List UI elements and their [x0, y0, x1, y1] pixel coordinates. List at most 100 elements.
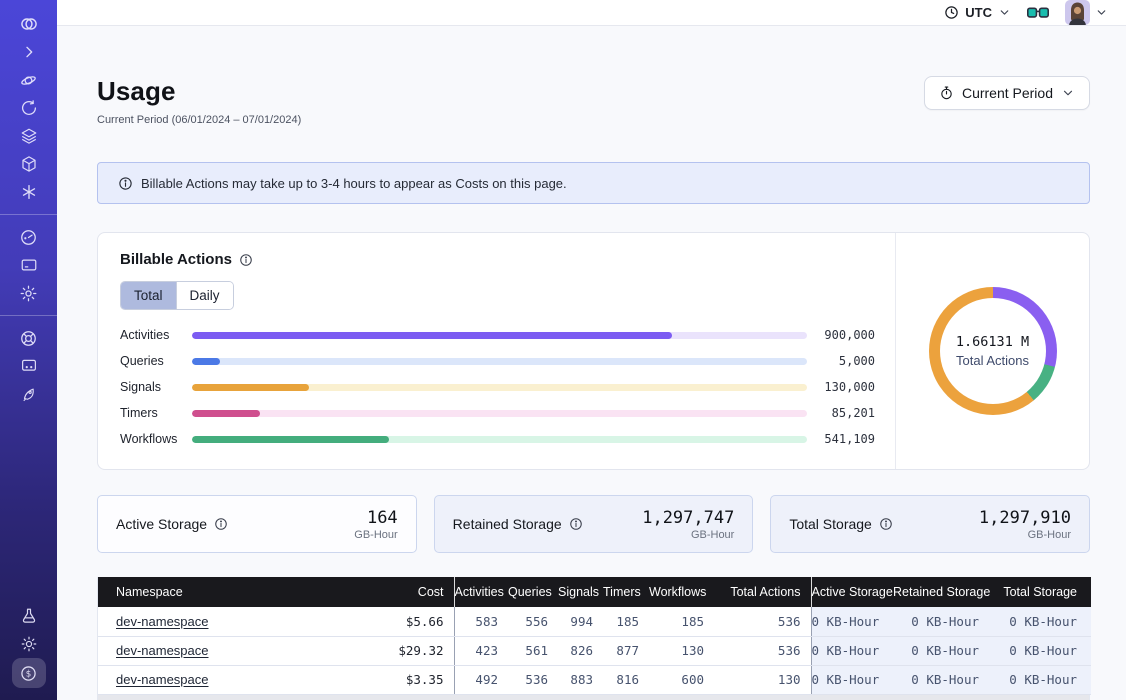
- namespace-link[interactable]: dev-namespace: [116, 643, 209, 658]
- namespaces-icon[interactable]: [12, 66, 46, 94]
- timezone-selector[interactable]: UTC: [944, 5, 1011, 20]
- active-storage-card: Active Storage 164 GB-Hour: [97, 495, 417, 553]
- total-daily-toggle: Total Daily: [120, 281, 234, 310]
- cell-active-storage: 0 KB-Hour: [811, 607, 893, 636]
- support-lifebuoy-icon[interactable]: [12, 324, 46, 352]
- settings-gear-icon[interactable]: [12, 279, 46, 307]
- cell-timers: 816: [603, 665, 649, 694]
- page-head: Usage Current Period (06/01/2024 – 07/01…: [97, 76, 1090, 126]
- cell-workflows: 600: [649, 665, 714, 694]
- active-storage-value: 164: [354, 508, 397, 528]
- info-icon[interactable]: [879, 517, 893, 531]
- avatar: [1065, 0, 1090, 25]
- bar-fill: [192, 436, 389, 443]
- bar-value: 5,000: [807, 354, 875, 368]
- sidebar-divider: [0, 214, 57, 215]
- info-banner: Billable Actions may take up to 3-4 hour…: [97, 162, 1090, 204]
- retained-storage-label: Retained Storage: [453, 516, 562, 532]
- cell-total-storage: 0 KB-Hour: [993, 665, 1091, 694]
- table-row: dev-namespace $29.32 423 561 826 877 130…: [98, 636, 1091, 665]
- theme-sun-icon[interactable]: [12, 630, 46, 658]
- namespace-link[interactable]: dev-namespace: [116, 614, 209, 629]
- getting-started-rocket-icon[interactable]: [12, 380, 46, 408]
- col-cost: Cost: [354, 577, 454, 607]
- cell-retained-storage: 0 KB-Hour: [893, 607, 993, 636]
- col-timers: Timers: [603, 577, 649, 607]
- period-selector-button[interactable]: Current Period: [924, 76, 1090, 110]
- cell-activities: 492: [454, 665, 508, 694]
- banner-text: Billable Actions may take up to 3-4 hour…: [141, 176, 567, 191]
- bar-row-timers: Timers 85,201: [120, 406, 875, 420]
- cell-timers: 185: [603, 607, 649, 636]
- total-storage-card: Total Storage 1,297,910 GB-Hour: [770, 495, 1090, 553]
- col-signals: Signals: [558, 577, 603, 607]
- namespace-usage-table: Namespace Cost Activities Queries Signal…: [97, 577, 1090, 700]
- retained-storage-card: Retained Storage 1,297,747 GB-Hour: [434, 495, 754, 553]
- tab-total[interactable]: Total: [121, 282, 176, 309]
- clock-icon: [944, 5, 959, 20]
- namespace-link[interactable]: dev-namespace: [116, 672, 209, 687]
- feedback-monitor-icon[interactable]: [12, 352, 46, 380]
- usage-gauge-icon[interactable]: [12, 223, 46, 251]
- info-icon: [118, 176, 133, 191]
- expand-chevron-icon[interactable]: [12, 38, 46, 66]
- sidebar: $: [0, 0, 57, 700]
- col-active-storage: Active Storage: [811, 577, 893, 607]
- cell-workflows: 130: [649, 636, 714, 665]
- page-subtitle: Current Period (06/01/2024 – 07/01/2024): [97, 114, 301, 126]
- cell-total-actions: 536: [714, 636, 811, 665]
- bar-fill: [192, 358, 220, 365]
- col-namespace: Namespace: [98, 577, 354, 607]
- labs-flask-icon[interactable]: [12, 602, 46, 630]
- bar-track: [192, 410, 807, 417]
- col-retained-storage: Retained Storage: [893, 577, 993, 607]
- info-icon[interactable]: [569, 517, 583, 531]
- col-queries: Queries: [508, 577, 558, 607]
- topbar: UTC: [57, 0, 1126, 26]
- cell-active-storage: 0 KB-Hour: [811, 665, 893, 694]
- bar-row-signals: Signals 130,000: [120, 380, 875, 394]
- cell-active-storage: 0 KB-Hour: [811, 636, 893, 665]
- info-icon[interactable]: [239, 253, 253, 267]
- deployments-icon[interactable]: [12, 150, 46, 178]
- bar-row-queries: Queries 5,000: [120, 354, 875, 368]
- active-storage-unit: GB-Hour: [354, 529, 397, 541]
- info-icon[interactable]: [214, 517, 228, 531]
- user-menu[interactable]: [1065, 0, 1108, 25]
- page-title: Usage: [97, 76, 301, 107]
- storage-summary-row: Active Storage 164 GB-Hour Retained Stor…: [97, 495, 1090, 553]
- bar-fill: [192, 332, 672, 339]
- total-actions-value: 1.66131 M: [956, 334, 1029, 350]
- total-actions-label: Total Actions: [956, 353, 1029, 368]
- table-row: dev-namespace $3.35 492 536 883 816 600 …: [98, 665, 1091, 694]
- pricing-coin-icon[interactable]: $: [12, 658, 46, 688]
- nexus-icon[interactable]: [12, 178, 46, 206]
- chevron-down-icon: [998, 6, 1011, 19]
- glasses-icon[interactable]: [1027, 6, 1049, 20]
- total-storage-value: 1,297,910: [979, 508, 1071, 528]
- temporal-logo[interactable]: [12, 10, 46, 38]
- retained-storage-unit: GB-Hour: [642, 529, 734, 541]
- chevron-down-icon: [1095, 6, 1108, 19]
- bar-label: Timers: [120, 406, 192, 420]
- bar-track: [192, 358, 807, 365]
- cell-total-storage: 0 KB-Hour: [993, 636, 1091, 665]
- cell-signals: 994: [558, 607, 603, 636]
- bar-value: 900,000: [807, 328, 875, 342]
- cell-total-storage: 0 KB-Hour: [993, 607, 1091, 636]
- tab-daily[interactable]: Daily: [176, 282, 233, 309]
- table-header-row: Namespace Cost Activities Queries Signal…: [98, 577, 1091, 607]
- history-icon[interactable]: [12, 94, 46, 122]
- cell-retained-storage: 0 KB-Hour: [893, 636, 993, 665]
- bar-track: [192, 436, 807, 443]
- donut-center: 1.66131 M Total Actions: [940, 298, 1046, 404]
- bar-fill: [192, 384, 309, 391]
- bar-fill: [192, 410, 260, 417]
- bar-label: Activities: [120, 328, 192, 342]
- col-activities: Activities: [454, 577, 508, 607]
- cell-cost: $3.35: [354, 665, 454, 694]
- layers-icon[interactable]: [12, 122, 46, 150]
- billing-card-icon[interactable]: [12, 251, 46, 279]
- timezone-label: UTC: [965, 5, 992, 20]
- total-storage-unit: GB-Hour: [979, 529, 1071, 541]
